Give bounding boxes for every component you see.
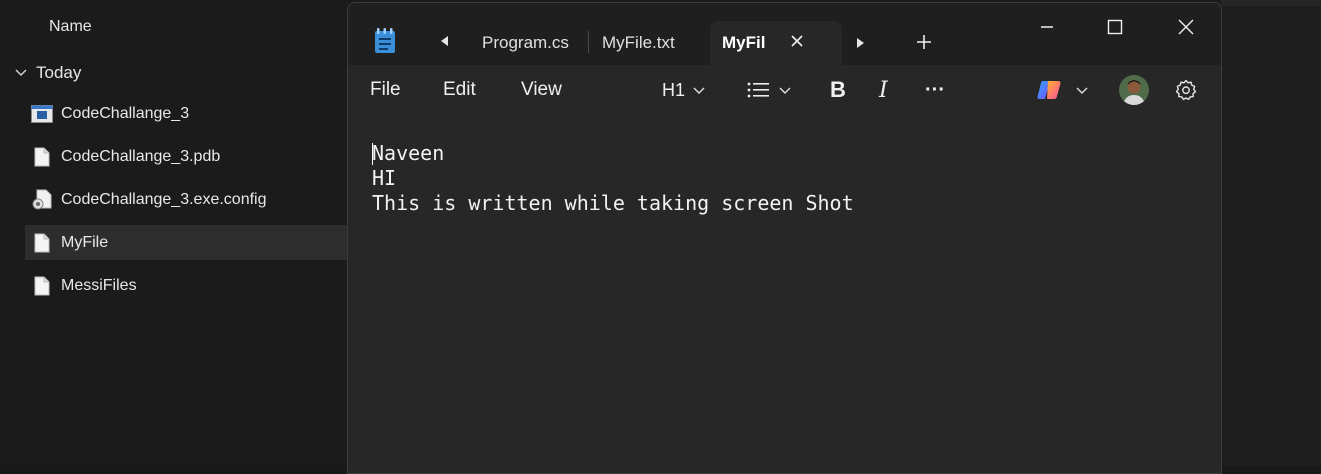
menu-view[interactable]: View <box>521 79 562 101</box>
settings-gear-icon[interactable] <box>1174 78 1198 102</box>
scroll-tabs-right-icon[interactable] <box>853 36 867 50</box>
tab-label: MyFil <box>722 33 766 52</box>
notepad-window: Program.cs MyFile.txt MyFil File Edit Vi… <box>347 2 1222 474</box>
bold-button[interactable]: B <box>830 77 846 103</box>
tab-myfil-active[interactable]: MyFil <box>710 21 842 65</box>
tab-program-cs[interactable]: Program.cs <box>466 21 602 65</box>
avatar-image <box>1119 75 1149 105</box>
tab-label: MyFile.txt <box>602 33 675 52</box>
file-row-myfile[interactable]: MyFile <box>25 225 355 260</box>
file-name: CodeChallange_3 <box>61 104 190 122</box>
file-row-messifiles[interactable]: MessiFiles <box>25 268 355 303</box>
maximize-icon[interactable] <box>1105 17 1125 37</box>
user-avatar[interactable] <box>1119 75 1149 105</box>
list-dropdown[interactable] <box>747 77 791 103</box>
minimize-icon[interactable] <box>1037 17 1057 37</box>
italic-button[interactable]: I <box>879 77 888 103</box>
editor-line: Naveen <box>372 141 445 165</box>
menu-edit[interactable]: Edit <box>443 79 476 101</box>
file-name: CodeChallange_3.exe.config <box>61 190 267 208</box>
group-today[interactable]: Today <box>14 63 81 83</box>
file-name: CodeChallange_3.pdb <box>61 147 221 165</box>
chevron-down-icon <box>779 87 791 94</box>
add-tab-icon[interactable] <box>916 34 932 50</box>
document-icon <box>31 232 53 254</box>
exe-app-icon <box>31 103 53 125</box>
close-tab-icon[interactable] <box>790 34 804 48</box>
more-icon: ··· <box>925 78 945 101</box>
file-name: MessiFiles <box>61 276 137 294</box>
copilot-dropdown[interactable] <box>1036 77 1088 103</box>
document-icon <box>31 146 53 168</box>
scroll-tabs-left-icon[interactable] <box>438 34 452 48</box>
copilot-icon <box>1037 81 1061 99</box>
tab-label: Program.cs <box>482 33 569 52</box>
heading-label: H1 <box>662 79 686 100</box>
file-name: MyFile <box>61 233 109 251</box>
editor-line: This is written while taking screen Shot <box>372 191 854 215</box>
explorer-details-pane <box>1221 0 1321 466</box>
explorer-top-edge <box>1221 0 1321 6</box>
heading-dropdown[interactable]: H1 <box>662 77 705 103</box>
title-bar[interactable]: Program.cs MyFile.txt MyFil <box>348 3 1221 65</box>
menu-file[interactable]: File <box>370 79 401 101</box>
italic-icon: I <box>879 77 888 103</box>
editor-content: Naveen HI This is written while taking scr… <box>372 141 854 216</box>
close-window-icon[interactable] <box>1176 17 1196 37</box>
file-row-codechallange-pdb[interactable]: CodeChallange_3.pdb <box>25 139 355 174</box>
bullet-list-icon <box>747 82 769 98</box>
tab-myfile-txt[interactable]: MyFile.txt <box>589 21 712 65</box>
text-editor[interactable]: Naveen HI This is written while taking scr… <box>348 117 1221 473</box>
chevron-down-icon <box>15 69 27 77</box>
file-row-codechallange-config[interactable]: CodeChallange_3.exe.config <box>25 182 355 217</box>
chevron-down-icon <box>693 87 705 94</box>
bold-icon: B <box>830 77 846 102</box>
document-icon <box>31 275 53 297</box>
menu-bar: File Edit View H1 B I ··· <box>348 65 1221 117</box>
notepad-app-icon <box>375 28 395 53</box>
chevron-down-icon <box>1076 87 1088 94</box>
group-label: Today <box>36 63 82 82</box>
config-file-icon <box>31 189 53 211</box>
name-column-header[interactable]: Name <box>49 18 92 36</box>
editor-line: HI <box>372 166 397 190</box>
file-row-codechallange-exe[interactable]: CodeChallange_3 <box>25 96 355 131</box>
more-options-button[interactable]: ··· <box>925 77 945 103</box>
